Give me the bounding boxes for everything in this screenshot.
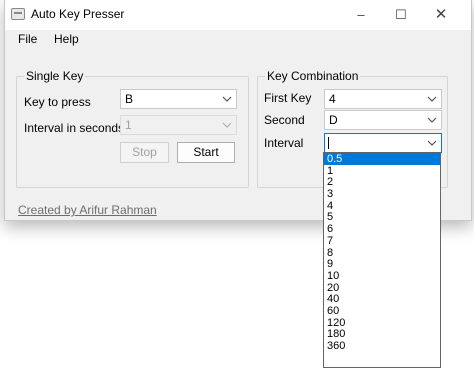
key-to-press-value: B [125,92,134,106]
menu-file[interactable]: File [18,32,37,46]
text-caret [328,137,329,149]
interval-seconds-label: Interval in seconds [24,121,125,135]
interval-option[interactable]: 6 [324,223,440,235]
single-key-group-title: Single Key [24,69,86,83]
menu-help[interactable]: Help [54,32,79,46]
interval-option[interactable]: 5 [324,211,440,224]
chevron-down-icon [427,96,437,102]
stop-button[interactable]: Stop [120,142,169,163]
first-key-select[interactable]: 4 [324,89,442,109]
interval-label: Interval [264,136,304,150]
chevron-down-icon [427,117,437,123]
interval-option[interactable]: 20 [324,282,440,294]
interval-option[interactable]: 3 [324,188,440,200]
chevron-down-icon [427,140,437,146]
maximize-icon[interactable]: ☐ [381,0,421,30]
interval-option[interactable]: 4 [324,200,440,212]
chevron-down-icon [222,122,232,128]
key-combination-group-title: Key Combination [265,69,361,83]
interval-option[interactable]: 40 [324,293,440,305]
second-key-select[interactable]: D [324,110,442,130]
interval-option[interactable]: 8 [324,247,440,259]
interval-option[interactable]: 60 [324,305,440,317]
interval-dropdown-list: 0.5 1 2 3 4 5 6 7 8 9 10 20 40 60 120 18… [323,152,441,368]
minimize-icon[interactable]: – [341,0,381,30]
interval-option[interactable]: 180 [324,328,440,340]
interval-option[interactable]: 360 [324,340,440,352]
interval-option[interactable]: 0.5 [324,153,440,165]
interval-select[interactable] [324,133,442,153]
title-bar[interactable]: Auto Key Presser – ☐ ✕ [5,0,471,30]
second-key-value: D [329,113,338,127]
interval-option[interactable]: 120 [324,317,440,329]
second-label: Second [264,113,305,127]
first-key-label: First Key [264,91,312,105]
first-key-value: 4 [329,92,336,106]
key-to-press-label: Key to press [24,95,91,109]
start-button[interactable]: Start [177,142,235,163]
close-icon[interactable]: ✕ [421,0,461,30]
interval-option[interactable]: 1 [324,165,440,177]
interval-option[interactable]: 7 [324,235,440,247]
interval-option[interactable]: 10 [324,270,440,282]
interval-option[interactable]: 9 [324,258,440,270]
interval-seconds-value: 1 [125,118,132,132]
credit-link[interactable]: Created by Arifur Rahman [18,203,157,217]
menu-bar: File Help [5,30,471,50]
app-icon [11,8,25,20]
interval-option[interactable]: 2 [324,176,440,189]
chevron-down-icon [222,96,232,102]
key-to-press-select[interactable]: B [120,89,237,109]
interval-seconds-select[interactable]: 1 [120,115,237,135]
window-title: Auto Key Presser [31,7,125,21]
